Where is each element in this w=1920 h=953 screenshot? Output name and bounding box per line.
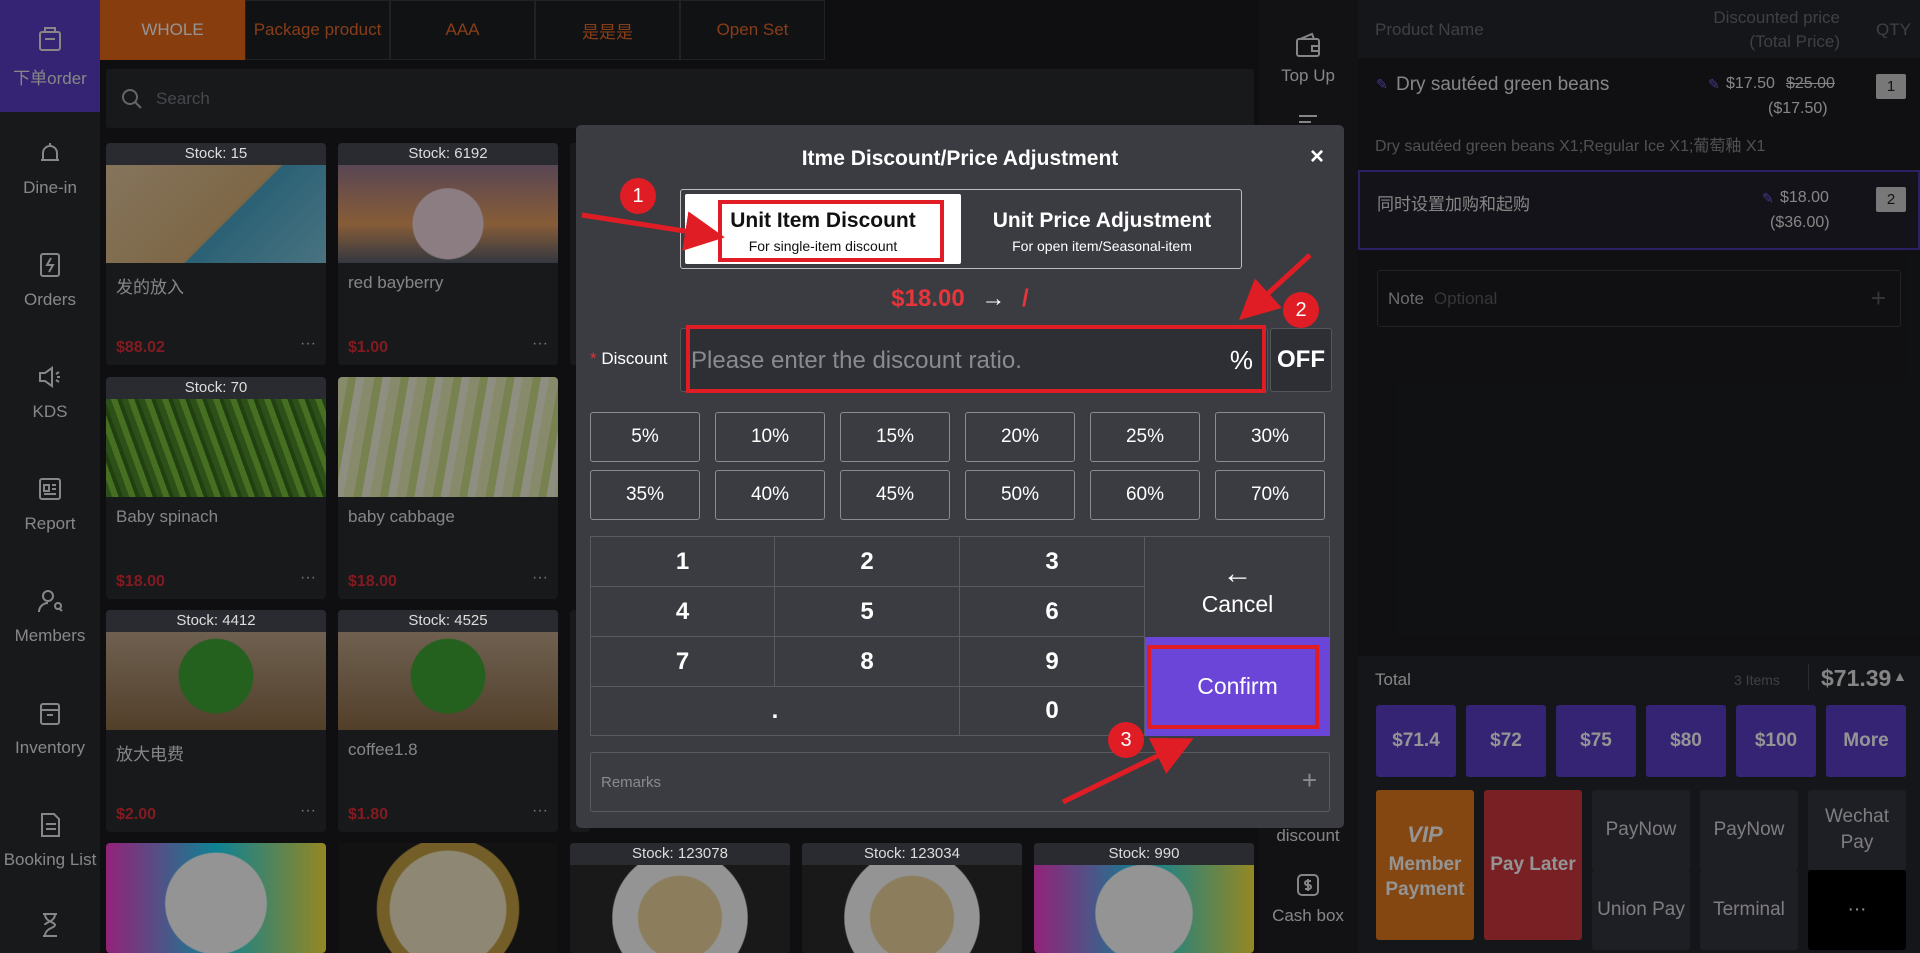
stock-label: Stock: 123034 bbox=[802, 843, 1022, 865]
step-badge: 3 bbox=[1108, 722, 1144, 758]
pos-app: 下单order Dine-in Orders KDS Report Member… bbox=[0, 0, 1920, 953]
stock-label: Stock: 4525 bbox=[338, 610, 558, 632]
stock-label: Stock: 123078 bbox=[570, 843, 790, 865]
step-badge: 2 bbox=[1283, 292, 1319, 328]
stock-label: Stock: 15 bbox=[106, 143, 326, 165]
stock-label: Stock: 990 bbox=[1034, 843, 1254, 865]
arrow-icon bbox=[581, 211, 725, 251]
stock-label: Stock: 70 bbox=[106, 377, 326, 399]
stock-label: Stock: 4412 bbox=[106, 610, 326, 632]
step-badge: 1 bbox=[620, 178, 656, 214]
stock-label: Stock: 6192 bbox=[338, 143, 558, 165]
